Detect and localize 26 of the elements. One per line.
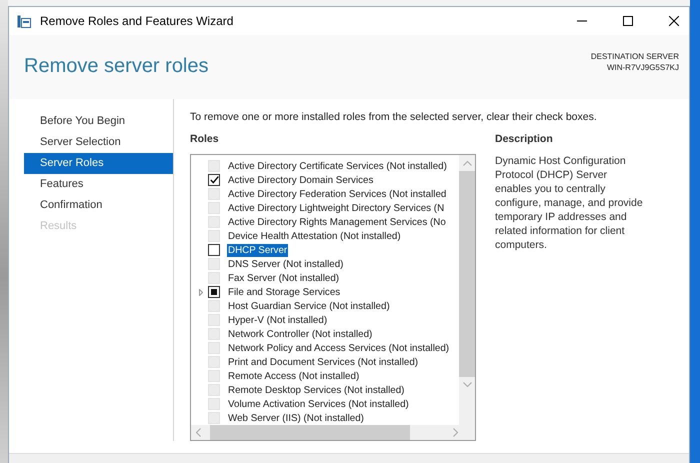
server-icon xyxy=(17,14,31,28)
description-heading: Description xyxy=(495,133,554,145)
expand-arrow-icon[interactable] xyxy=(198,288,202,296)
window-title: Remove Roles and Features Wizard xyxy=(40,14,234,28)
role-label[interactable]: File and Storage Services xyxy=(227,286,342,298)
wizard-step[interactable]: Server Roles xyxy=(24,153,173,174)
checkbox[interactable] xyxy=(208,244,220,256)
wizard-step[interactable]: Before You Begin xyxy=(24,111,173,132)
destination-server: WIN-R7VJ9G5S7KJ xyxy=(606,62,679,73)
checkbox[interactable] xyxy=(208,174,220,186)
wizard-step[interactable]: Features xyxy=(24,174,173,195)
wizard-step[interactable]: Confirmation xyxy=(24,195,173,216)
role-label[interactable]: DHCP Server xyxy=(227,244,288,256)
page-title: Remove server roles xyxy=(24,55,209,78)
wizard-step[interactable]: Server Selection xyxy=(24,132,173,153)
description-text: Dynamic Host Configuration Protocol (DHCP) Server enables you to centrally configure, manage, and provide temporary IP addresses and related information for client computers. xyxy=(495,154,644,252)
close-icon[interactable] xyxy=(669,16,679,26)
role-label[interactable]: Active Directory Domain Services xyxy=(227,174,374,186)
roles-heading: Roles xyxy=(190,133,220,145)
vertical-scrollbar[interactable] xyxy=(459,155,475,425)
maximize-icon[interactable] xyxy=(623,16,633,26)
horizontal-scrollbar[interactable] xyxy=(191,425,475,440)
roles-list[interactable] xyxy=(190,154,476,441)
checkbox[interactable] xyxy=(208,286,220,298)
destination-label: DESTINATION SERVER xyxy=(590,51,679,62)
instruction-text: To remove one or more installed roles from the selected server, clear their check boxes. xyxy=(190,111,598,123)
